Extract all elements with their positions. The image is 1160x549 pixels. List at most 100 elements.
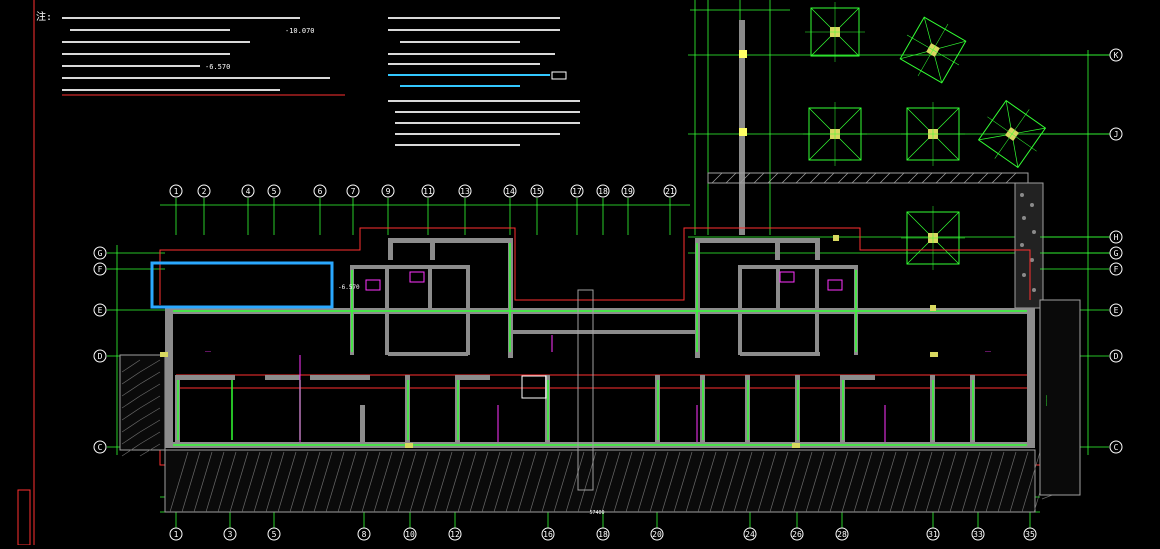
grid-bubble-top-7: 7 bbox=[346, 184, 360, 198]
svg-text:5: 5 bbox=[272, 187, 277, 196]
svg-text:14: 14 bbox=[505, 187, 515, 196]
svg-text:28: 28 bbox=[837, 530, 847, 539]
grid-bubble-right-D: D bbox=[1109, 349, 1123, 363]
svg-text:35: 35 bbox=[1025, 530, 1035, 539]
svg-text:5: 5 bbox=[272, 530, 277, 539]
svg-text:D: D bbox=[98, 352, 103, 361]
pile-cap-h1 bbox=[901, 206, 965, 270]
svg-text:12: 12 bbox=[450, 530, 460, 539]
grid-bubble-right-E: E bbox=[1109, 303, 1123, 317]
elevation-note-2: -6.570 bbox=[205, 63, 230, 71]
grid-bubble-bottom-26: 26 bbox=[790, 527, 804, 541]
grid-bubble-bottom-20: 20 bbox=[650, 527, 664, 541]
grid-bubble-bottom-16: 16 bbox=[541, 527, 555, 541]
total-dimension: 57400 bbox=[589, 510, 604, 516]
grid-bubble-left-D: D bbox=[93, 349, 107, 363]
grid-bubble-bottom-31: 31 bbox=[926, 527, 940, 541]
grid-bubble-bottom-1: 1 bbox=[169, 527, 183, 541]
grid-bubble-top-6: 6 bbox=[313, 184, 327, 198]
pile-cap-k1 bbox=[805, 2, 865, 62]
notes-mark: 注: bbox=[36, 10, 52, 23]
svg-text:21: 21 bbox=[665, 187, 675, 196]
shear-walls bbox=[165, 238, 1035, 448]
grid-bubble-bottom-10: 10 bbox=[403, 527, 417, 541]
grid-bubble-top-18: 18 bbox=[596, 184, 610, 198]
grid-bubble-left-E: E bbox=[93, 303, 107, 317]
svg-text:1: 1 bbox=[174, 530, 179, 539]
grid-bubble-bottom-12: 12 bbox=[448, 527, 462, 541]
grid-bubble-top-4: 4 bbox=[241, 184, 255, 198]
svg-text:3: 3 bbox=[228, 530, 233, 539]
svg-text:19: 19 bbox=[623, 187, 633, 196]
grid-bubble-top-13: 13 bbox=[458, 184, 472, 198]
general-notes-left: 注: -10.070 -6.570 bbox=[36, 10, 345, 96]
svg-text:10: 10 bbox=[405, 530, 415, 539]
selection-box[interactable] bbox=[150, 261, 334, 309]
svg-text:16: 16 bbox=[543, 530, 553, 539]
elevation-tag: -6.570 bbox=[338, 284, 360, 291]
svg-text:18: 18 bbox=[598, 187, 608, 196]
svg-text:18: 18 bbox=[598, 530, 608, 539]
svg-text:7: 7 bbox=[351, 187, 356, 196]
grid-bubble-right-F: F bbox=[1109, 262, 1123, 276]
svg-text:D: D bbox=[1114, 352, 1119, 361]
svg-text:E: E bbox=[98, 306, 103, 315]
grid-bubble-top-15: 15 bbox=[530, 184, 544, 198]
svg-text:K: K bbox=[1114, 51, 1119, 60]
svg-text:2: 2 bbox=[202, 187, 207, 196]
svg-text:26: 26 bbox=[792, 530, 802, 539]
svg-text:8: 8 bbox=[362, 530, 367, 539]
svg-text:6: 6 bbox=[318, 187, 323, 196]
grid-bubble-bottom-24: 24 bbox=[743, 527, 757, 541]
svg-text:G: G bbox=[1114, 249, 1119, 258]
grid-bubble-right-G: G bbox=[1109, 246, 1123, 260]
grid-bubble-right-H: H bbox=[1109, 230, 1123, 244]
wall-centerlines bbox=[173, 243, 1027, 446]
cad-viewport[interactable]: 注: -10.070 -6.570 K J H G F E D C 1 2 4 … bbox=[0, 0, 1160, 546]
svg-text:——: —— bbox=[205, 349, 212, 355]
svg-text:1: 1 bbox=[174, 187, 179, 196]
grid-bubble-top-9: 9 bbox=[381, 184, 395, 198]
svg-text:E: E bbox=[1114, 306, 1119, 315]
grid-bubble-top-2: 2 bbox=[197, 184, 211, 198]
svg-text:11: 11 bbox=[423, 187, 433, 196]
svg-text:F: F bbox=[1114, 265, 1119, 274]
grid-bubble-top-21: 21 bbox=[663, 184, 677, 198]
svg-text:———: ——— bbox=[1043, 395, 1050, 406]
svg-text:15: 15 bbox=[532, 187, 542, 196]
grid-bubble-right-C: C bbox=[1109, 440, 1123, 454]
svg-text:20: 20 bbox=[652, 530, 662, 539]
svg-text:4: 4 bbox=[246, 187, 251, 196]
grid-bubble-bottom-28: 28 bbox=[835, 527, 849, 541]
grid-bubble-bottom-18: 18 bbox=[596, 527, 610, 541]
svg-text:9: 9 bbox=[386, 187, 391, 196]
grid-bubble-bottom-5: 5 bbox=[267, 527, 281, 541]
grid-bubble-top-11: 11 bbox=[421, 184, 435, 198]
upper-right-core bbox=[688, 0, 1110, 309]
title-block-corner bbox=[17, 489, 31, 546]
svg-text:33: 33 bbox=[973, 530, 983, 539]
grid-bubble-right-J: J bbox=[1109, 127, 1123, 141]
svg-text:H: H bbox=[1114, 233, 1119, 242]
grid-bubble-top-14: 14 bbox=[503, 184, 517, 198]
grid-bubble-top-5: 5 bbox=[267, 184, 281, 198]
svg-text:31: 31 bbox=[928, 530, 938, 539]
svg-text:C: C bbox=[1114, 443, 1119, 452]
grid-bubble-top-17: 17 bbox=[570, 184, 584, 198]
grid-bubble-bottom-8: 8 bbox=[357, 527, 371, 541]
grid-bubble-left-G: G bbox=[93, 246, 107, 260]
grid-bubble-top-1: 1 bbox=[169, 184, 183, 198]
svg-text:C: C bbox=[98, 443, 103, 452]
grid-bubble-left-C: C bbox=[93, 440, 107, 454]
general-notes-right bbox=[388, 17, 580, 146]
pile-cap-j1 bbox=[803, 102, 867, 166]
svg-text:G: G bbox=[98, 249, 103, 258]
grid-bubble-top-19: 19 bbox=[621, 184, 635, 198]
svg-text:13: 13 bbox=[460, 187, 470, 196]
building-plan: —— —— ——— -6.570 bbox=[119, 227, 1081, 513]
grid-bubble-bottom-35: 35 bbox=[1023, 527, 1037, 541]
svg-text:——: —— bbox=[985, 349, 992, 355]
grid-bubble-bottom-33: 33 bbox=[971, 527, 985, 541]
svg-text:J: J bbox=[1114, 130, 1119, 139]
grid-bubble-bottom-3: 3 bbox=[223, 527, 237, 541]
